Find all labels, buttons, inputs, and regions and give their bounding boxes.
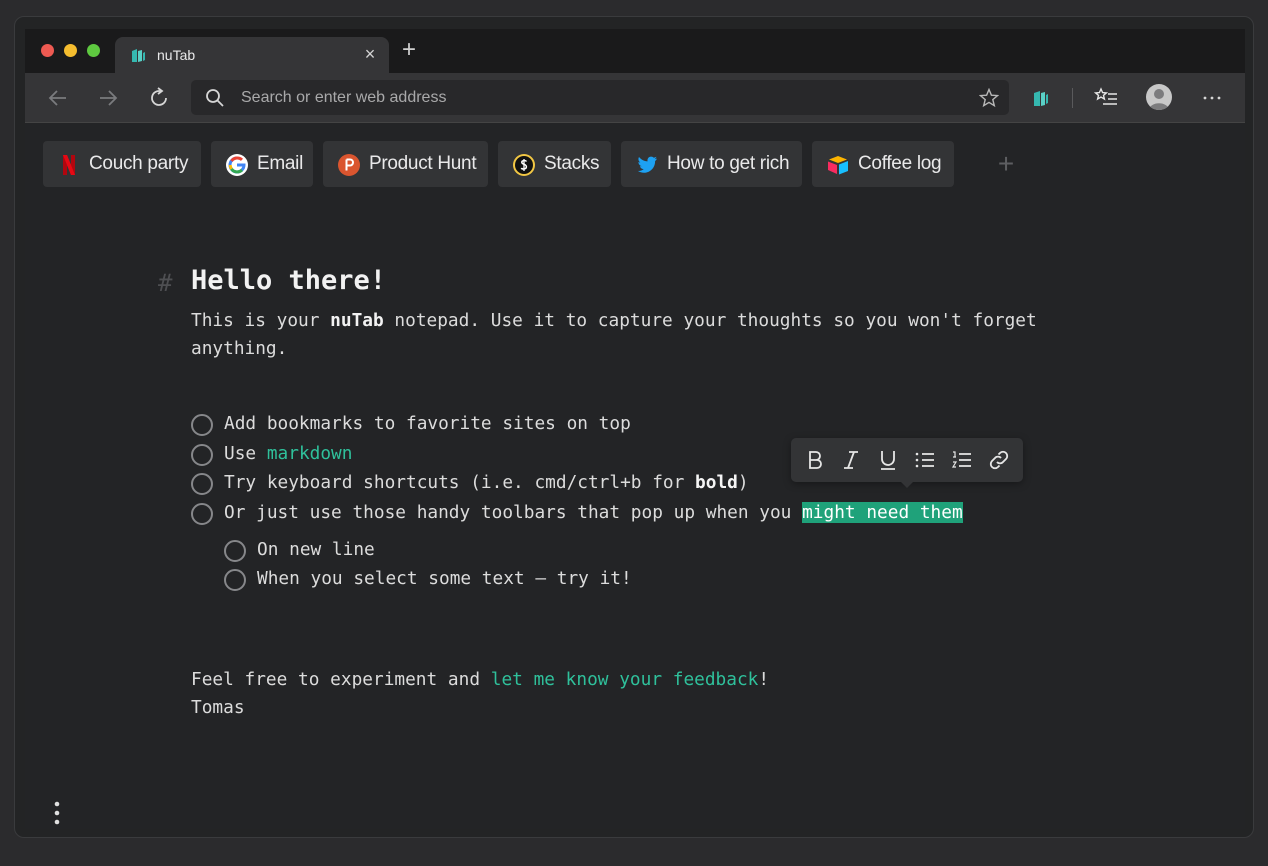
bullet-list-icon[interactable] bbox=[913, 448, 937, 472]
todo-text[interactable]: On new line bbox=[257, 539, 375, 560]
user-icon bbox=[1149, 89, 1169, 110]
tab-title: nuTab bbox=[157, 47, 196, 63]
todo-text[interactable]: Add bookmarks to favorite sites on top bbox=[224, 413, 631, 434]
back-arrow-icon[interactable] bbox=[45, 85, 71, 111]
intro-bold-text: nuTab bbox=[330, 310, 384, 331]
todo-checkbox[interactable] bbox=[191, 503, 213, 525]
bookmark-label: Stacks bbox=[544, 153, 600, 174]
format-toolbar bbox=[791, 438, 1023, 488]
add-bookmark-button[interactable]: + bbox=[993, 149, 1019, 179]
new-tab-button[interactable]: + bbox=[397, 38, 421, 63]
todo-text[interactable]: Or just use those handy toolbars that po… bbox=[224, 502, 963, 523]
airtable-icon bbox=[828, 156, 848, 175]
netflix-icon bbox=[63, 155, 75, 175]
todo-text-part: ) bbox=[737, 472, 749, 493]
footer-text-part: Feel free to experiment and bbox=[191, 669, 491, 690]
app-window: nuTab × + Search or enter web address Co… bbox=[14, 16, 1254, 838]
favorites-list-icon[interactable] bbox=[1094, 85, 1120, 111]
product-hunt-icon bbox=[338, 154, 360, 176]
bookmark-label: Email bbox=[257, 153, 304, 174]
subtodo-item: On new line bbox=[224, 537, 824, 565]
close-window-button[interactable] bbox=[41, 44, 54, 57]
todo-item: Try keyboard shortcuts (i.e. cmd/ctrl+b … bbox=[191, 470, 891, 498]
todo-item: Use markdown bbox=[191, 441, 891, 469]
bookmark-label: How to get rich bbox=[667, 153, 790, 174]
toolbar-separator bbox=[1072, 88, 1073, 108]
todo-text-part: Try keyboard shortcuts (i.e. cmd/ctrl+b … bbox=[224, 472, 696, 493]
subtodo-item: When you select some text – try it! bbox=[224, 566, 824, 594]
todo-item: Or just use those handy toolbars that po… bbox=[191, 500, 1091, 528]
intro-paragraph[interactable]: This is your nuTab notepad. Use it to ca… bbox=[191, 307, 1091, 363]
todo-checkbox[interactable] bbox=[191, 414, 213, 436]
minimize-window-button[interactable] bbox=[64, 44, 77, 57]
todo-text[interactable]: Try keyboard shortcuts (i.e. cmd/ctrl+b … bbox=[224, 472, 749, 493]
todo-item: Add bookmarks to favorite sites on top bbox=[191, 411, 891, 439]
browser-toolbar bbox=[25, 73, 1245, 123]
tab-nutab[interactable]: nuTab × bbox=[115, 37, 389, 73]
google-icon bbox=[226, 154, 248, 176]
todo-bold-text: bold bbox=[695, 472, 738, 493]
browser-window: nuTab × + Search or enter web address Co… bbox=[25, 29, 1245, 829]
bookmark-stacks[interactable]: Stacks bbox=[498, 141, 611, 187]
heading-marker: # bbox=[158, 269, 173, 297]
address-input[interactable] bbox=[241, 88, 941, 108]
todo-text[interactable]: Use markdown bbox=[224, 443, 352, 464]
selected-text[interactable]: might need them bbox=[802, 502, 963, 523]
italic-icon[interactable] bbox=[839, 448, 863, 472]
todo-text-part: Add bookmarks to favorite sites on top bbox=[224, 413, 631, 434]
underline-icon[interactable] bbox=[876, 448, 900, 472]
footer-text-part: ! bbox=[758, 669, 770, 690]
twitter-icon bbox=[637, 156, 657, 173]
profile-avatar[interactable] bbox=[1146, 84, 1172, 110]
kebab-menu-icon[interactable] bbox=[49, 799, 65, 827]
address-bar[interactable] bbox=[191, 80, 1009, 115]
numbered-list-icon[interactable] bbox=[950, 448, 974, 472]
bookmark-product-hunt[interactable]: Product Hunt bbox=[323, 141, 488, 187]
bookmark-coffee-log[interactable]: Coffee log bbox=[812, 141, 954, 187]
nutab-extension-icon[interactable] bbox=[1028, 85, 1054, 111]
tab-strip: nuTab × + bbox=[25, 29, 1245, 73]
search-icon bbox=[206, 89, 224, 107]
refresh-icon[interactable] bbox=[146, 85, 172, 111]
signature[interactable]: Tomas bbox=[191, 697, 245, 718]
favorite-star-icon[interactable] bbox=[979, 88, 999, 108]
bookmark-email[interactable]: Email bbox=[211, 141, 313, 187]
todo-text[interactable]: When you select some text – try it! bbox=[257, 568, 632, 589]
bookmark-how-to-get-rich[interactable]: How to get rich bbox=[621, 141, 802, 187]
markdown-link[interactable]: markdown bbox=[267, 443, 353, 464]
close-tab-icon[interactable]: × bbox=[359, 43, 381, 65]
bookmark-label: Coffee log bbox=[858, 153, 942, 174]
bookmark-label: Couch party bbox=[89, 153, 189, 174]
todo-checkbox[interactable] bbox=[224, 540, 246, 562]
todo-checkbox[interactable] bbox=[191, 444, 213, 466]
link-icon[interactable] bbox=[987, 448, 1011, 472]
todo-text-part: Or just use those handy toolbars that po… bbox=[224, 502, 803, 523]
forward-arrow-icon[interactable] bbox=[95, 85, 121, 111]
todo-text-part: Use bbox=[224, 443, 267, 464]
bold-icon[interactable] bbox=[803, 448, 827, 472]
todo-checkbox[interactable] bbox=[224, 569, 246, 591]
stacks-icon bbox=[513, 154, 535, 176]
nutab-logo-icon bbox=[132, 49, 145, 62]
page-title[interactable]: Hello there! bbox=[191, 265, 386, 296]
maximize-window-button[interactable] bbox=[87, 44, 100, 57]
footer-text[interactable]: Feel free to experiment and let me know … bbox=[191, 669, 769, 690]
intro-text: This is your bbox=[191, 310, 331, 331]
bookmark-couch-party[interactable]: Couch party bbox=[43, 141, 201, 187]
bookmark-label: Product Hunt bbox=[369, 153, 477, 174]
feedback-link[interactable]: let me know your feedback bbox=[491, 669, 759, 690]
more-options-icon[interactable] bbox=[1199, 85, 1225, 111]
todo-checkbox[interactable] bbox=[191, 473, 213, 495]
